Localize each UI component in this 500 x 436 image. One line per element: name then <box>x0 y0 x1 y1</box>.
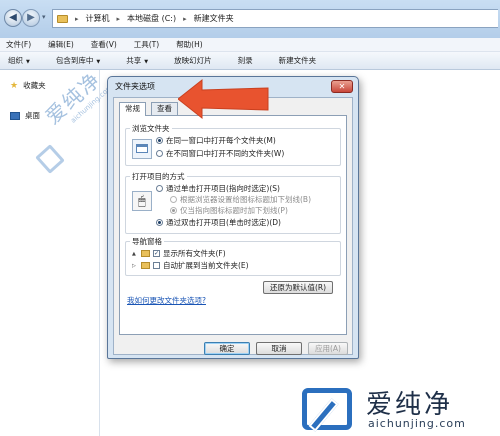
option-label: 根据浏览器设置给图标标题加下划线(B) <box>180 195 311 204</box>
menu-view[interactable]: 查看(V) <box>91 38 117 51</box>
dialog-body: 常规 查看 浏览文件夹 在同一窗口中打开每个文件夹(M) 在不同窗口中打开不同的… <box>113 97 353 355</box>
tab-general[interactable]: 常规 <box>119 102 146 116</box>
option-label: 仅当指向图标标题时加下划线(P) <box>180 206 288 215</box>
menu-edit[interactable]: 编辑(E) <box>48 38 74 51</box>
radio-new-window[interactable]: 在不同窗口中打开不同的文件夹(W) <box>156 148 284 159</box>
organize-label: 组织 <box>8 56 23 65</box>
click-illustration-icon: 🖱 <box>132 191 152 211</box>
group-title: 浏览文件夹 <box>130 123 172 134</box>
menu-tools[interactable]: 工具(T) <box>134 38 159 51</box>
folder-icon <box>57 14 68 23</box>
radio-button-icon <box>156 150 163 157</box>
restore-defaults-button[interactable]: 还原为默认值(R) <box>263 281 333 294</box>
option-label: 自动扩展到当前文件夹(E) <box>163 261 249 270</box>
sidebar-item-desktop[interactable]: 桌面 <box>10 110 40 121</box>
command-toolbar: 组织 ▼ 包含到库中 ▼ 共享 ▼ 放映幻灯片 刻录 新建文件夹 <box>0 52 500 70</box>
auto-expand-row: ▷ 自动扩展到当前文件夹(E) <box>132 260 249 271</box>
annotation-arrow-icon <box>178 78 269 120</box>
dropdown-arrow-icon: ▼ <box>26 59 30 65</box>
radio-button-icon <box>170 196 177 203</box>
radio-underline-point[interactable]: 仅当指向图标标题时加下划线(P) <box>170 205 288 216</box>
include-in-library-button[interactable]: 包含到库中 ▼ <box>43 55 113 66</box>
show-all-folders-row: ▲ ✓ 显示所有文件夹(F) <box>132 248 226 259</box>
option-label: 通过双击打开项目(单击时选定)(D) <box>166 218 281 227</box>
share-label: 共享 <box>126 56 142 65</box>
radio-button-icon <box>156 137 163 144</box>
sidebar-item-label: 收藏夹 <box>23 81 46 90</box>
breadcrumb-separator-icon: ▸ <box>116 14 121 23</box>
browse-folders-group: 浏览文件夹 在同一窗口中打开每个文件夹(M) 在不同窗口中打开不同的文件夹(W) <box>125 123 341 166</box>
breadcrumb-separator-icon: ▸ <box>75 14 79 23</box>
group-title: 导航窗格 <box>130 236 164 247</box>
tab-view[interactable]: 查看 <box>151 102 178 115</box>
cancel-button[interactable]: 取消 <box>256 342 302 355</box>
radio-button-icon <box>170 207 177 214</box>
option-label: 通过单击打开项目(指向时选定)(S) <box>166 184 280 193</box>
breadcrumb-separator-icon: ▸ <box>183 14 187 23</box>
radio-button-icon <box>156 219 163 226</box>
forward-button-icon[interactable]: ▶ <box>22 9 40 27</box>
navigation-pane-group: 导航窗格 ▲ ✓ 显示所有文件夹(F) ▷ 自动扩展到当前文件夹(E) <box>125 236 341 276</box>
menu-bar: 文件(F) 编辑(E) 查看(V) 工具(T) 帮助(H) <box>0 38 500 52</box>
recent-pages-dropdown-icon[interactable]: ▾ <box>42 13 46 21</box>
checkbox-show-all-folders[interactable]: ✓ <box>153 250 160 257</box>
checkbox-auto-expand[interactable] <box>153 262 160 269</box>
burn-button[interactable]: 刻录 <box>225 55 266 66</box>
slideshow-button[interactable]: 放映幻灯片 <box>161 55 225 66</box>
expander-closed-icon: ▷ <box>132 262 136 269</box>
back-button-icon[interactable]: ◀ <box>4 9 22 27</box>
watermark-text: 爱纯净 <box>366 390 454 420</box>
sidebar-item-favorites[interactable]: ★ 收藏夹 <box>10 80 46 91</box>
dialog-title: 文件夹选项 <box>115 82 155 91</box>
radio-double-click[interactable]: 通过双击打开项目(单击时选定)(D) <box>156 217 281 228</box>
cursor-icon: 🖱 <box>138 194 146 209</box>
help-link[interactable]: 我如何更改文件夹选项? <box>127 295 206 306</box>
menu-help[interactable]: 帮助(H) <box>176 38 203 51</box>
browse-folders-illustration-icon <box>132 139 152 159</box>
radio-underline-browser[interactable]: 根据浏览器设置给图标标题加下划线(B) <box>170 194 311 205</box>
group-title: 打开项目的方式 <box>130 171 187 182</box>
option-label: 在同一窗口中打开每个文件夹(M) <box>166 136 276 145</box>
breadcrumb-computer[interactable]: 计算机 <box>86 13 110 24</box>
option-label: 显示所有文件夹(F) <box>163 249 226 258</box>
organize-button[interactable]: 组织 ▼ <box>0 55 43 66</box>
watermark-bottom: 爱纯净 aichunjing.com <box>300 382 500 436</box>
expander-open-icon: ▲ <box>132 250 136 257</box>
option-label: 在不同窗口中打开不同的文件夹(W) <box>166 149 285 158</box>
sidebar-item-label: 桌面 <box>25 111 40 120</box>
close-icon[interactable]: ✕ <box>331 80 353 93</box>
new-folder-button[interactable]: 新建文件夹 <box>266 55 330 66</box>
share-button[interactable]: 共享 ▼ <box>113 55 161 66</box>
dropdown-arrow-icon: ▼ <box>96 59 101 65</box>
breadcrumb-local-disk[interactable]: 本地磁盘 (C:) <box>127 13 176 24</box>
apply-button[interactable]: 应用(A) <box>308 342 348 355</box>
ok-button[interactable]: 确定 <box>204 342 250 355</box>
watermark-logo-icon <box>302 388 352 430</box>
address-bar[interactable]: ▸ 计算机 ▸ 本地磁盘 (C:) ▸ 新建文件夹 <box>52 9 498 28</box>
navigation-pane: ★ 收藏夹 桌面 <box>0 70 100 436</box>
star-icon: ★ <box>10 80 19 91</box>
desktop-icon <box>10 111 20 120</box>
window-titlebar: ◀ ▶ ▾ ▸ 计算机 ▸ 本地磁盘 (C:) ▸ 新建文件夹 <box>0 0 500 38</box>
folder-icon <box>141 250 150 257</box>
dropdown-arrow-icon: ▼ <box>144 59 149 65</box>
click-items-group: 打开项目的方式 🖱 通过单击打开项目(指向时选定)(S) 根据浏览器设置给图标标… <box>125 171 341 234</box>
breadcrumb-new-folder[interactable]: 新建文件夹 <box>194 13 234 24</box>
radio-single-click[interactable]: 通过单击打开项目(指向时选定)(S) <box>156 183 280 194</box>
radio-same-window[interactable]: 在同一窗口中打开每个文件夹(M) <box>156 135 276 146</box>
radio-button-icon <box>156 185 163 192</box>
folder-icon <box>141 262 150 269</box>
menu-file[interactable]: 文件(F) <box>6 38 31 51</box>
watermark-url: aichunjing.com <box>368 417 466 430</box>
